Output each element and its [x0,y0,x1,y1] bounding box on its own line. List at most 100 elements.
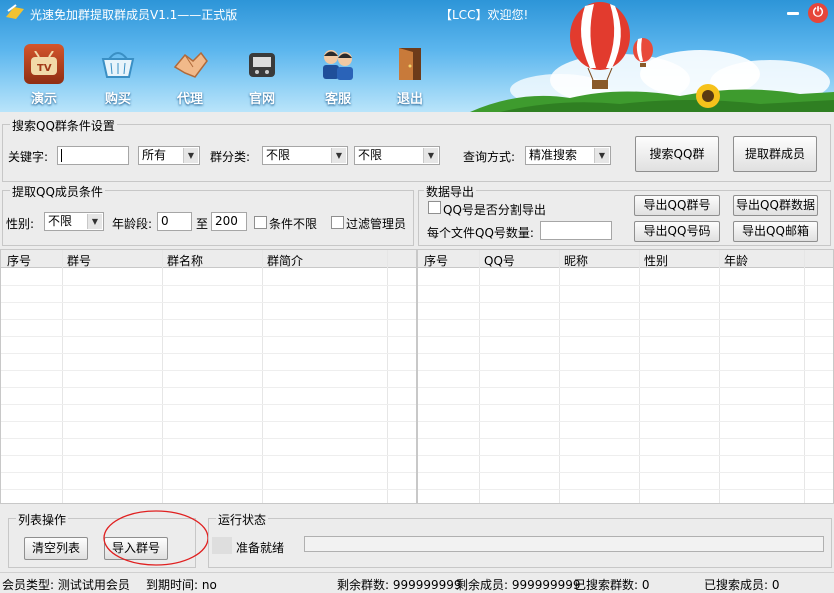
export-qq-numbers-button[interactable]: 导出QQ号码 [634,221,720,242]
member-conditions-legend: 提取QQ成员条件 [10,183,105,200]
export-qq-mail-button[interactable]: 导出QQ邮箱 [733,221,818,242]
scope-value: 所有 [142,148,167,162]
no-condition-checkbox[interactable] [254,216,267,229]
gender-value: 不限 [48,214,73,228]
age-from-input[interactable]: 0 [157,212,192,231]
header-banner: 光速免加群提取群成员V1.1——正式版 【LCC】欢迎您! ⏻ TV 演示 购买… [0,0,834,112]
gender-select[interactable]: 不限 ▼ [44,212,104,231]
grid-line [1,319,416,320]
expire-time-text: 到期时间: no [146,578,217,592]
grid-line [418,472,833,473]
handshake-icon [170,44,210,84]
grid-line [418,336,833,337]
grid-line [1,370,416,371]
query-mode-select[interactable]: 精准搜索 ▼ [525,146,611,165]
grid-line [1,438,416,439]
grid-line [1,285,416,286]
group-list-table[interactable]: 序号 群号 群名称 群简介 [0,249,417,504]
power-icon: ⏻ [812,5,824,20]
query-mode-label: 查询方式: [463,150,516,164]
grid-line [418,421,833,422]
grid-line [1,336,416,337]
grid-line [1,302,416,303]
extract-members-button[interactable]: 提取群成员 [733,136,817,172]
grid-line [418,387,833,388]
grid-line [1,404,416,405]
progress-bar [304,536,824,552]
column-header[interactable]: 群名称 [167,252,203,269]
toolbar-label: 官网 [248,92,275,107]
table-header: 序号 QQ号 昵称 性别 年龄 [418,250,833,268]
grid-line [418,489,833,490]
column-header[interactable]: 群号 [67,252,91,269]
svg-text:TV: TV [37,63,52,74]
toolbar-website-button[interactable]: 官网 [236,44,288,110]
search-conditions-legend: 搜索QQ群条件设置 [10,117,117,134]
grid-line [418,438,833,439]
searched-members-text: 已搜索成员: 0 [704,578,780,592]
column-header[interactable]: 群简介 [267,252,303,269]
export-group-numbers-button[interactable]: 导出QQ群号 [634,195,720,216]
chevron-down-icon: ▼ [331,148,346,163]
welcome-text: 【LCC】欢迎您! [440,8,529,22]
grid-line [418,370,833,371]
query-mode-value: 精准搜索 [529,148,578,162]
toolbar-exit-button[interactable]: 退出 [384,44,436,110]
column-header[interactable]: 昵称 [564,252,588,269]
category-primary-value: 不限 [266,148,291,162]
toolbar-buy-button[interactable]: 购买 [92,44,144,110]
minimize-icon [787,12,799,15]
toolbar-label: 客服 [324,92,351,107]
toolbar-label: 购买 [104,92,131,107]
keyword-input[interactable] [57,146,129,165]
search-groups-button[interactable]: 搜索QQ群 [635,136,719,172]
column-header[interactable]: 序号 [7,252,31,269]
grid-line [418,404,833,405]
scope-select[interactable]: 所有 ▼ [138,146,200,165]
column-header[interactable]: QQ号 [484,252,515,269]
searched-groups-text: 已搜索群数: 0 [574,578,650,592]
grid-line [1,472,416,473]
chevron-down-icon: ▼ [423,148,438,163]
chevron-down-icon: ▼ [87,214,102,229]
filter-admin-checkbox[interactable] [331,216,344,229]
run-status-legend: 运行状态 [216,511,269,528]
age-to-input[interactable]: 200 [211,212,247,231]
category-select-secondary[interactable]: 不限 ▼ [354,146,440,165]
filter-admin-label: 过滤管理员 [346,217,407,231]
clear-list-button[interactable]: 清空列表 [24,537,88,560]
column-header[interactable]: 性别 [644,252,668,269]
grid-line [418,285,833,286]
member-type-text: 会员类型: 测试试用会员 [2,578,130,592]
no-condition-label: 条件不限 [269,217,318,231]
category-select-primary[interactable]: 不限 ▼ [262,146,348,165]
gender-label: 性别: [6,217,35,231]
grid-line [1,387,416,388]
data-export-legend: 数据导出 [424,183,477,200]
grid-line [418,302,833,303]
support-agents-icon [318,44,358,84]
exit-door-icon [390,44,430,84]
column-header[interactable]: 序号 [424,252,448,269]
per-file-input[interactable] [540,221,612,240]
tv-icon: TV [24,44,64,84]
grid-line [418,455,833,456]
remaining-groups-text: 剩余群数: 999999999 [337,578,462,592]
toolbar-demo-button[interactable]: TV 演示 [18,44,70,110]
close-button[interactable]: ⏻ [808,3,828,23]
highlight-circle [103,510,209,566]
member-list-table[interactable]: 序号 QQ号 昵称 性别 年龄 [417,249,834,504]
keyword-label: 关键字: [8,150,49,164]
toolbar-support-button[interactable]: 客服 [312,44,364,110]
export-group-data-button[interactable]: 导出QQ群数据 [733,195,818,216]
toolbar-agent-button[interactable]: 代理 [164,44,216,110]
split-export-checkbox[interactable] [428,201,441,214]
list-operations-legend: 列表操作 [16,511,69,528]
status-text: 准备就绪 [236,541,285,555]
age-to-label: 至 [196,217,209,231]
remaining-members-text: 剩余成员: 999999999 [456,578,581,592]
column-header[interactable]: 年龄 [724,252,748,269]
status-indicator [212,537,232,554]
window-title: 光速免加群提取群成员V1.1——正式版 [30,8,238,22]
minimize-button[interactable] [785,8,801,20]
